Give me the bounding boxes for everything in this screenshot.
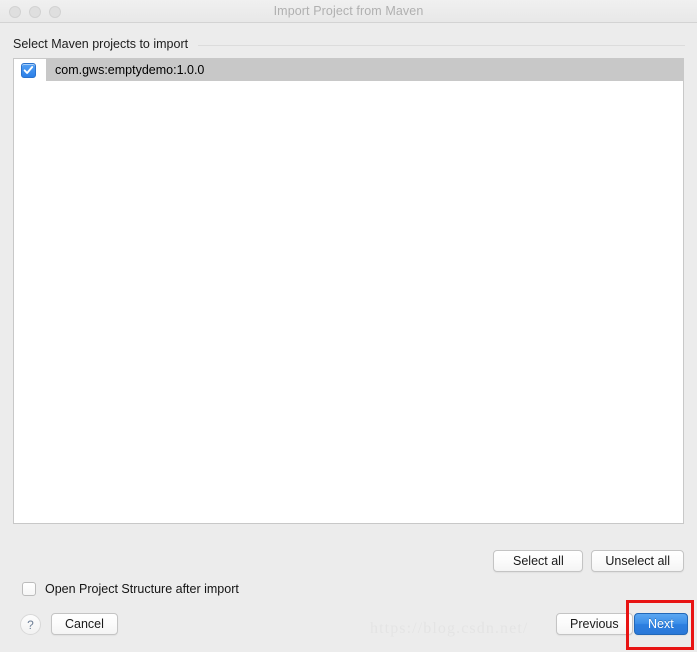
table-row[interactable]: com.gws:emptydemo:1.0.0 <box>14 59 683 81</box>
window-titlebar: Import Project from Maven <box>0 0 697 23</box>
section-label: Select Maven projects to import <box>13 37 189 51</box>
cancel-button[interactable]: Cancel <box>51 613 118 635</box>
checkmark-icon <box>23 65 34 74</box>
previous-button[interactable]: Previous <box>556 613 633 635</box>
maven-project-list[interactable]: com.gws:emptydemo:1.0.0 <box>13 58 684 524</box>
open-project-structure-row[interactable]: Open Project Structure after import <box>22 580 239 598</box>
project-label: com.gws:emptydemo:1.0.0 <box>55 63 205 77</box>
section-header: Select Maven projects to import <box>13 36 685 52</box>
project-checkbox[interactable] <box>21 62 36 78</box>
selection-button-group: Select all Unselect all <box>493 550 684 572</box>
next-button[interactable]: Next <box>634 613 688 635</box>
watermark-text: https://blog.csdn.net/ <box>370 620 529 637</box>
open-project-structure-checkbox[interactable] <box>22 582 36 596</box>
help-button[interactable]: ? <box>20 614 41 635</box>
project-row-highlight: com.gws:emptydemo:1.0.0 <box>46 59 683 81</box>
select-all-button[interactable]: Select all <box>493 550 584 572</box>
open-project-structure-label: Open Project Structure after import <box>45 582 239 596</box>
section-divider <box>198 45 685 46</box>
window-title: Import Project from Maven <box>273 4 424 18</box>
unselect-all-button[interactable]: Unselect all <box>591 550 684 572</box>
